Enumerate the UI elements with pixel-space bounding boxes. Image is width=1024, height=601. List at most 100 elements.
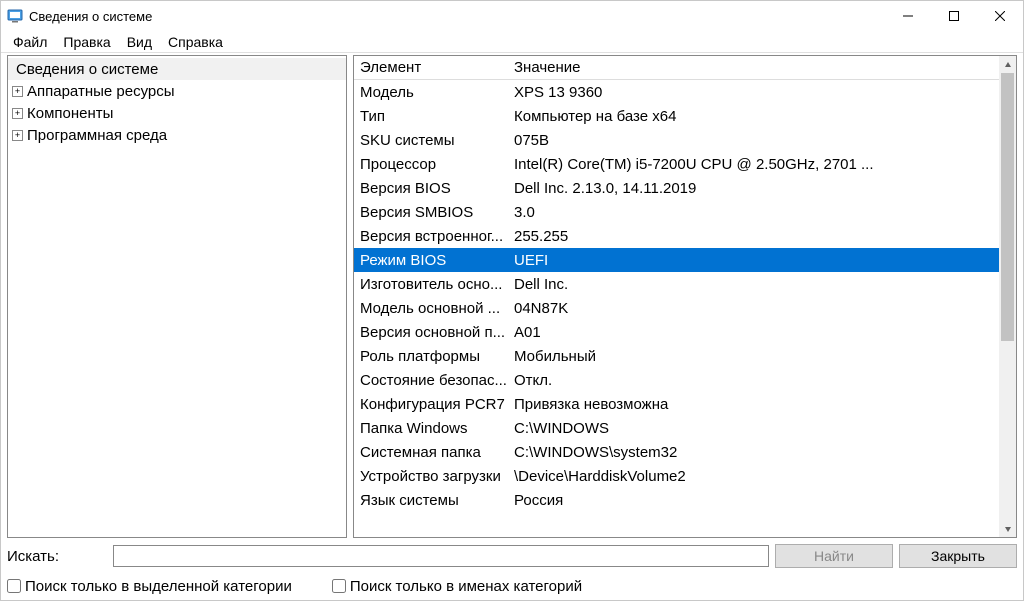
search-input[interactable] bbox=[113, 545, 769, 567]
list-row[interactable]: Версия основной п...A01 bbox=[354, 320, 1016, 344]
list-cell-element: Папка Windows bbox=[360, 420, 514, 437]
scroll-down-icon[interactable] bbox=[999, 520, 1016, 537]
menubar: Файл Правка Вид Справка bbox=[1, 31, 1023, 53]
window-title: Сведения о системе bbox=[29, 9, 152, 24]
content-area: Сведения о системе + Аппаратные ресурсы … bbox=[1, 53, 1023, 540]
titlebar[interactable]: Сведения о системе bbox=[1, 1, 1023, 31]
find-button[interactable]: Найти bbox=[775, 544, 893, 568]
list-cell-element: Версия BIOS bbox=[360, 180, 514, 197]
tree-root[interactable]: Сведения о системе bbox=[8, 58, 346, 80]
list-cell-value: 3.0 bbox=[514, 204, 1016, 221]
tree-item-label: Программная среда bbox=[27, 127, 167, 144]
list-cell-element: Язык системы bbox=[360, 492, 514, 509]
list-cell-value: UEFI bbox=[514, 252, 856, 269]
list-cell-value: \Device\HarddiskVolume2 bbox=[514, 468, 1016, 485]
menu-help[interactable]: Справка bbox=[160, 32, 231, 52]
expand-icon[interactable]: + bbox=[12, 86, 23, 97]
system-info-icon bbox=[7, 8, 23, 24]
list-body: МодельXPS 13 9360ТипКомпьютер на базе x6… bbox=[354, 80, 1016, 537]
list-cell-value: Мобильный bbox=[514, 348, 1016, 365]
scroll-up-icon[interactable] bbox=[999, 56, 1016, 73]
tree-pane: Сведения о системе + Аппаратные ресурсы … bbox=[7, 55, 347, 538]
list-row[interactable]: ТипКомпьютер на базе x64 bbox=[354, 104, 1016, 128]
tree: Сведения о системе + Аппаратные ресурсы … bbox=[8, 56, 346, 148]
list-row[interactable]: SKU системы075B bbox=[354, 128, 1016, 152]
tree-item-hardware[interactable]: + Аппаратные ресурсы bbox=[8, 80, 346, 102]
list-row[interactable]: Версия встроенног...255.255 bbox=[354, 224, 1016, 248]
search-label: Искать: bbox=[7, 548, 107, 565]
list-row[interactable]: Системная папкаC:\WINDOWS\system32 bbox=[354, 440, 1016, 464]
tree-item-label: Аппаратные ресурсы bbox=[27, 83, 175, 100]
scroll-thumb[interactable] bbox=[1001, 73, 1014, 341]
column-element[interactable]: Элемент bbox=[360, 59, 514, 76]
list-header: Элемент Значение bbox=[354, 56, 1016, 80]
chk-selected-category-label: Поиск только в выделенной категории bbox=[25, 578, 292, 595]
tree-item-software-env[interactable]: + Программная среда bbox=[8, 124, 346, 146]
list-row[interactable]: Устройство загрузки\Device\HarddiskVolum… bbox=[354, 464, 1016, 488]
list-cell-value: Dell Inc. bbox=[514, 276, 1016, 293]
list-row[interactable]: Состояние безопас...Откл. bbox=[354, 368, 1016, 392]
list-cell-element: Версия основной п... bbox=[360, 324, 514, 341]
list-cell-value: Россия bbox=[514, 492, 1016, 509]
list-cell-element: Модель основной ... bbox=[360, 300, 514, 317]
menu-file[interactable]: Файл bbox=[5, 32, 55, 52]
list-cell-value: 075B bbox=[514, 132, 1016, 149]
list-cell-element: Процессор bbox=[360, 156, 514, 173]
expand-icon[interactable]: + bbox=[12, 130, 23, 141]
tree-item-label: Компоненты bbox=[27, 105, 113, 122]
list-row[interactable]: Папка WindowsC:\WINDOWS bbox=[354, 416, 1016, 440]
list-pane: Элемент Значение МодельXPS 13 9360ТипКом… bbox=[353, 55, 1017, 538]
tree-item-components[interactable]: + Компоненты bbox=[8, 102, 346, 124]
scroll-track[interactable] bbox=[999, 73, 1016, 520]
chk-category-names-box[interactable] bbox=[332, 579, 346, 593]
list-row[interactable]: Версия SMBIOS3.0 bbox=[354, 200, 1016, 224]
list-cell-value: Откл. bbox=[514, 372, 1016, 389]
list-cell-element: Версия встроенног... bbox=[360, 228, 514, 245]
list-row[interactable]: Язык системыРоссия bbox=[354, 488, 1016, 512]
list-row[interactable]: Модель основной ...04N87K bbox=[354, 296, 1016, 320]
list-cell-value: 255.255 bbox=[514, 228, 1016, 245]
list-cell-element: Роль платформы bbox=[360, 348, 514, 365]
chk-selected-category[interactable]: Поиск только в выделенной категории bbox=[7, 578, 292, 595]
menu-edit[interactable]: Правка bbox=[55, 32, 118, 52]
list-cell-value: Привязка невозможна bbox=[514, 396, 1016, 413]
close-button[interactable] bbox=[977, 1, 1023, 31]
list-cell-element: Состояние безопас... bbox=[360, 372, 514, 389]
list-cell-element: Конфигурация PCR7 bbox=[360, 396, 514, 413]
list-cell-element: Изготовитель осно... bbox=[360, 276, 514, 293]
list-cell-element: Тип bbox=[360, 108, 514, 125]
list-row[interactable]: Изготовитель осно...Dell Inc. bbox=[354, 272, 1016, 296]
list-cell-value: XPS 13 9360 bbox=[514, 84, 1016, 101]
minimize-button[interactable] bbox=[885, 1, 931, 31]
chk-category-names[interactable]: Поиск только в именах категорий bbox=[332, 578, 582, 595]
list-cell-value: Компьютер на базе x64 bbox=[514, 108, 1016, 125]
search-options: Поиск только в выделенной категории Поис… bbox=[1, 572, 1023, 600]
list-row[interactable]: Конфигурация PCR7Привязка невозможна bbox=[354, 392, 1016, 416]
list-cell-value: 04N87K bbox=[514, 300, 1016, 317]
maximize-button[interactable] bbox=[931, 1, 977, 31]
list-row[interactable]: Роль платформыМобильный bbox=[354, 344, 1016, 368]
list-row[interactable]: Режим BIOSUEFI bbox=[354, 248, 1016, 272]
list-cell-element: Модель bbox=[360, 84, 514, 101]
expand-icon[interactable]: + bbox=[12, 108, 23, 119]
list-cell-value: C:\WINDOWS\system32 bbox=[514, 444, 1016, 461]
list-cell-element: Системная папка bbox=[360, 444, 514, 461]
chk-selected-category-box[interactable] bbox=[7, 579, 21, 593]
list-cell-value: C:\WINDOWS bbox=[514, 420, 1016, 437]
list-cell-value: Dell Inc. 2.13.0, 14.11.2019 bbox=[514, 180, 1016, 197]
list-cell-element: Устройство загрузки bbox=[360, 468, 514, 485]
list-row[interactable]: ПроцессорIntel(R) Core(TM) i5-7200U CPU … bbox=[354, 152, 1016, 176]
list-cell-element: Версия SMBIOS bbox=[360, 204, 514, 221]
window: Сведения о системе Файл Правка Вид Справ… bbox=[0, 0, 1024, 601]
chk-category-names-label: Поиск только в именах категорий bbox=[350, 578, 582, 595]
menu-view[interactable]: Вид bbox=[119, 32, 160, 52]
vertical-scrollbar[interactable] bbox=[999, 56, 1016, 537]
close-search-button[interactable]: Закрыть bbox=[899, 544, 1017, 568]
list-cell-value: A01 bbox=[514, 324, 1016, 341]
list-cell-element: Режим BIOS bbox=[360, 252, 514, 269]
list-cell-value: Intel(R) Core(TM) i5-7200U CPU @ 2.50GHz… bbox=[514, 156, 1016, 173]
search-bar: Искать: Найти Закрыть bbox=[1, 540, 1023, 572]
list-row[interactable]: МодельXPS 13 9360 bbox=[354, 80, 1016, 104]
column-value[interactable]: Значение bbox=[514, 59, 1016, 76]
list-row[interactable]: Версия BIOSDell Inc. 2.13.0, 14.11.2019 bbox=[354, 176, 1016, 200]
